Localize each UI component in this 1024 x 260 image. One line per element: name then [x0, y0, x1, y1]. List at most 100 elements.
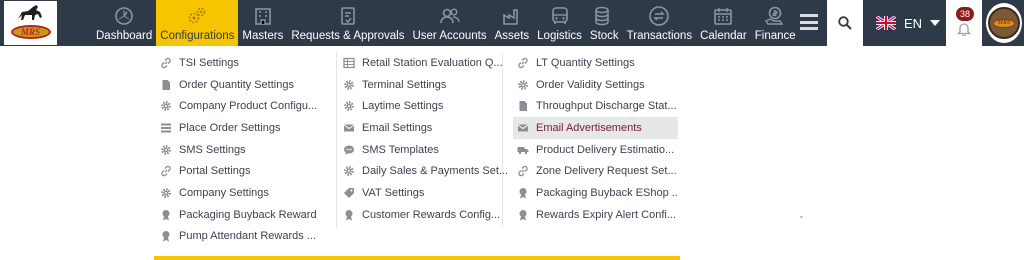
menu-item-label: TSI Settings	[179, 56, 239, 69]
menu-item-label: Company Settings	[179, 186, 269, 199]
menu-item-label: Laytime Settings	[362, 100, 444, 113]
menu-item-product-delivery-estimation[interactable]: Product Delivery Estimatio...	[513, 139, 678, 161]
menu-item-sms-templates[interactable]: SMS Templates	[343, 139, 508, 161]
top-navigation-bar: MRS Dashboard Configurations Masters Req…	[0, 0, 1024, 46]
menu-item-label: Packaging Buyback EShop ...	[536, 186, 678, 199]
nav-dashboard-label: Dashboard	[96, 30, 153, 42]
language-selector[interactable]: EN	[866, 0, 946, 46]
menu-item-retail-station-evaluation[interactable]: Retail Station Evaluation Q...	[343, 52, 508, 74]
nav-dashboard[interactable]: Dashboard	[92, 0, 156, 46]
menu-item-label: Email Advertisements	[536, 121, 642, 134]
award-icon	[160, 209, 172, 221]
table-icon	[343, 57, 355, 69]
user-avatar[interactable]: MRS	[986, 3, 1022, 43]
link-icon	[160, 165, 172, 177]
menu-item-daily-sales-payments[interactable]: Daily Sales & Payments Set...	[343, 160, 508, 182]
bell-icon	[957, 23, 971, 36]
coins-stack-icon	[593, 5, 615, 27]
nav-logistics[interactable]: Logistics	[533, 0, 586, 46]
menu-item-zone-delivery-request[interactable]: Zone Delivery Request Set...	[513, 160, 678, 182]
tag-icon	[343, 187, 355, 199]
menu-item-laytime-settings[interactable]: Laytime Settings	[343, 95, 508, 117]
link-icon	[517, 165, 529, 177]
bus-icon	[549, 5, 571, 27]
nav-finance[interactable]: Finance	[751, 0, 800, 46]
nav-finance-label: Finance	[754, 30, 796, 42]
chat-icon	[343, 144, 355, 156]
search-icon	[838, 16, 852, 30]
menu-item-terminal-settings[interactable]: Terminal Settings	[343, 74, 508, 96]
nav-calendar[interactable]: Calendar	[696, 0, 751, 46]
nav-user-accounts-label: User Accounts	[412, 30, 487, 42]
gear-icon	[160, 100, 172, 112]
menu-item-order-quantity-settings[interactable]: Order Quantity Settings	[156, 74, 328, 96]
nav-requests-approvals-label: Requests & Approvals	[291, 30, 405, 42]
menu-item-label: Throughput Discharge Stat...	[536, 100, 677, 113]
nav-stock-label: Stock	[589, 30, 619, 42]
menu-item-place-order-settings[interactable]: Place Order Settings	[156, 117, 328, 139]
menu-item-email-advertisements[interactable]: Email Advertisements	[513, 117, 678, 139]
nav-stock[interactable]: Stock	[586, 0, 623, 46]
menu-item-portal-settings[interactable]: Portal Settings	[156, 160, 328, 182]
menu-item-company-settings[interactable]: Company Settings	[156, 182, 328, 204]
menu-item-lt-quantity-settings[interactable]: LT Quantity Settings	[513, 52, 678, 74]
document-icon	[517, 100, 529, 112]
menu-item-label: VAT Settings	[362, 186, 425, 199]
menu-item-label: Pump Attendant Rewards ...	[179, 230, 316, 243]
award-icon	[517, 187, 529, 199]
search-button[interactable]	[827, 0, 863, 46]
factory-icon	[501, 5, 523, 27]
nav-masters[interactable]: Masters	[238, 0, 287, 46]
envelope-icon	[517, 122, 529, 134]
gauge-icon	[113, 5, 135, 27]
menu-item-sms-settings[interactable]: SMS Settings	[156, 139, 328, 161]
configurations-dropdown: TSI Settings Order Quantity Settings Com…	[154, 46, 680, 260]
menu-item-tsi-settings[interactable]: TSI Settings	[156, 52, 328, 74]
language-label: EN	[904, 15, 923, 31]
award-icon	[517, 209, 529, 221]
gear-icon	[160, 187, 172, 199]
money-hand-icon	[764, 5, 786, 27]
nav-masters-label: Masters	[242, 30, 284, 42]
menu-item-label: Place Order Settings	[179, 121, 281, 134]
notification-count-badge: 38	[956, 7, 974, 21]
menu-item-label: Zone Delivery Request Set...	[536, 165, 677, 178]
menu-item-vat-settings[interactable]: VAT Settings	[343, 182, 508, 204]
logo-wordmark: MRS	[10, 25, 51, 39]
building-icon	[252, 5, 274, 27]
menu-item-pump-attendant-rewards[interactable]: Pump Attendant Rewards ...	[156, 226, 328, 248]
truck-icon	[517, 144, 529, 156]
menu-item-email-settings[interactable]: Email Settings	[343, 117, 508, 139]
chevron-down-icon	[930, 20, 941, 26]
nav-transactions[interactable]: Transactions	[623, 0, 696, 46]
nav-configurations[interactable]: Configurations	[156, 0, 239, 46]
avatar-logo-text: MRS	[993, 18, 1015, 28]
menu-item-label: Order Validity Settings	[536, 78, 645, 91]
gear-icon	[517, 79, 529, 91]
stray-mark	[800, 216, 803, 218]
gear-icon	[160, 144, 172, 156]
gear-icon	[343, 100, 355, 112]
nav-assets-label: Assets	[494, 30, 530, 42]
nav-assets[interactable]: Assets	[491, 0, 534, 46]
hamburger-menu-icon[interactable]	[800, 14, 818, 30]
menu-item-company-product-config[interactable]: Company Product Configu...	[156, 95, 328, 117]
menu-item-rewards-expiry-alert[interactable]: Rewards Expiry Alert Confi...	[513, 204, 678, 226]
menu-item-customer-rewards-config[interactable]: Customer Rewards Config...	[343, 204, 508, 226]
gear-icon	[343, 79, 355, 91]
nav-user-accounts[interactable]: User Accounts	[408, 0, 490, 46]
menu-item-packaging-buyback-eshop[interactable]: Packaging Buyback EShop ...	[513, 182, 678, 204]
dropdown-column-1: TSI Settings Order Quantity Settings Com…	[156, 52, 328, 247]
envelope-icon	[343, 122, 355, 134]
uk-flag-icon	[876, 16, 896, 30]
nav-requests-approvals[interactable]: Requests & Approvals	[287, 0, 408, 46]
menu-item-order-validity-settings[interactable]: Order Validity Settings	[513, 74, 678, 96]
menu-item-label: SMS Settings	[179, 143, 246, 156]
menu-item-throughput-discharge[interactable]: Throughput Discharge Stat...	[513, 95, 678, 117]
nav-calendar-label: Calendar	[700, 30, 747, 42]
nav-configurations-label: Configurations	[160, 30, 235, 42]
company-logo[interactable]: MRS	[4, 1, 57, 45]
notifications-button[interactable]: 38	[946, 0, 982, 46]
main-nav: Dashboard Configurations Masters Request…	[92, 0, 800, 46]
menu-item-packaging-buyback-reward[interactable]: Packaging Buyback Reward	[156, 204, 328, 226]
